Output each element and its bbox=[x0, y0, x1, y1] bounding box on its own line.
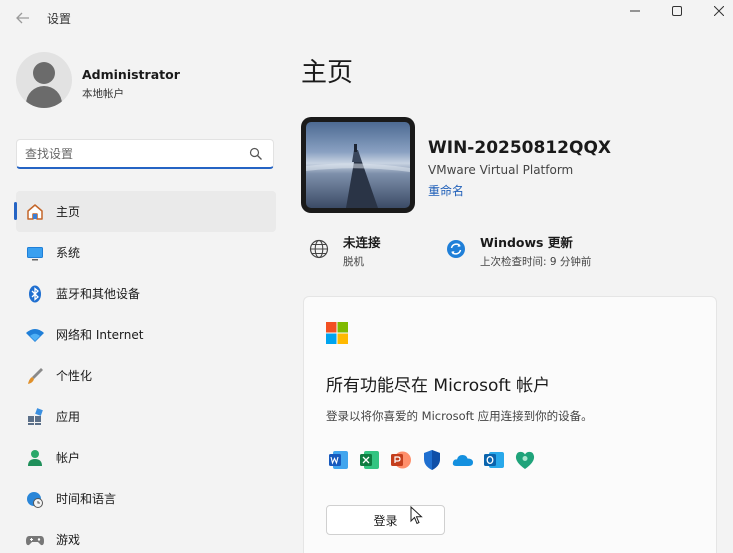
sidebar-item-label: 网络和 Internet bbox=[56, 328, 144, 342]
sidebar-item-gaming[interactable]: 游戏 bbox=[16, 519, 276, 553]
signin-button[interactable]: 登录 bbox=[326, 505, 445, 535]
globe-disconnected-icon bbox=[309, 239, 329, 259]
excel-icon bbox=[360, 451, 379, 469]
onedrive-icon bbox=[452, 455, 473, 466]
sidebar-item-system[interactable]: 系统 bbox=[16, 232, 276, 273]
person-icon bbox=[25, 448, 45, 468]
close-button[interactable] bbox=[698, 0, 733, 22]
outlook-icon bbox=[484, 452, 504, 468]
wallpaper-image bbox=[306, 122, 410, 208]
home-icon bbox=[25, 202, 45, 222]
sidebar-item-label: 主页 bbox=[56, 205, 81, 219]
search-box[interactable] bbox=[16, 139, 274, 169]
network-status-title: 未连接 bbox=[343, 235, 381, 250]
title-bar: 设置 bbox=[0, 0, 733, 36]
mouse-cursor-icon bbox=[410, 506, 423, 525]
family-safety-icon bbox=[515, 451, 535, 469]
avatar-head bbox=[33, 62, 55, 84]
bluetooth-icon bbox=[25, 284, 45, 304]
network-status-subtitle: 脱机 bbox=[343, 256, 364, 268]
card-title: 所有功能尽在 Microsoft 帐户 bbox=[326, 376, 551, 396]
device-name: WIN-20250812QQX bbox=[428, 138, 611, 158]
page-title: 主页 bbox=[301, 58, 354, 88]
microsoft-logo-icon bbox=[326, 322, 348, 344]
profile-name: Administrator bbox=[82, 67, 180, 82]
clock-globe-icon bbox=[25, 489, 45, 509]
profile-account-type: 本地帐户 bbox=[82, 88, 124, 100]
sidebar-item-home[interactable]: 主页 bbox=[14, 191, 276, 232]
gamepad-icon bbox=[25, 530, 45, 550]
minimize-button[interactable] bbox=[614, 0, 656, 22]
monitor-icon bbox=[25, 243, 45, 263]
sidebar-item-time-language[interactable]: 时间和语言 bbox=[16, 478, 276, 519]
sidebar-item-personalization[interactable]: 个性化 bbox=[16, 355, 276, 396]
rename-link[interactable]: 重命名 bbox=[428, 182, 464, 199]
sidebar-item-label: 系统 bbox=[56, 246, 81, 260]
update-status-title[interactable]: Windows 更新 bbox=[480, 232, 573, 251]
card-description: 登录以将你喜爱的 Microsoft 应用连接到你的设备。 bbox=[326, 409, 593, 423]
search-icon[interactable] bbox=[249, 147, 263, 161]
sidebar-item-bluetooth[interactable]: 蓝牙和其他设备 bbox=[16, 273, 276, 314]
sidebar-item-network[interactable]: 网络和 Internet bbox=[16, 314, 276, 355]
sidebar-item-label: 游戏 bbox=[56, 533, 81, 547]
app-icon-row bbox=[328, 449, 536, 471]
back-button[interactable] bbox=[12, 8, 34, 28]
sidebar-item-label: 应用 bbox=[56, 410, 81, 424]
apps-icon bbox=[25, 407, 45, 427]
windows-update-icon[interactable] bbox=[445, 238, 467, 260]
microsoft-account-card: 所有功能尽在 Microsoft 帐户 登录以将你喜爱的 Microsoft 应… bbox=[303, 296, 717, 553]
avatar-body bbox=[26, 86, 62, 108]
word-icon bbox=[329, 451, 348, 469]
sidebar-item-apps[interactable]: 应用 bbox=[16, 396, 276, 437]
sidebar-item-accounts[interactable]: 帐户 bbox=[16, 437, 276, 478]
minimize-icon bbox=[630, 10, 640, 12]
maximize-button[interactable] bbox=[656, 0, 698, 22]
sidebar-item-label: 时间和语言 bbox=[56, 492, 117, 506]
sidebar-nav: 主页 系统 蓝牙和其他设备 网络和 Internet 个性化 应用 帐户 时间和… bbox=[14, 191, 276, 553]
sidebar-item-label: 蓝牙和其他设备 bbox=[56, 287, 141, 301]
maximize-icon bbox=[672, 6, 682, 16]
powerpoint-icon bbox=[391, 451, 411, 469]
sidebar-item-label: 帐户 bbox=[56, 451, 81, 465]
device-wallpaper-thumbnail bbox=[301, 117, 415, 213]
window-title: 设置 bbox=[47, 12, 72, 26]
avatar bbox=[16, 52, 72, 108]
close-icon bbox=[714, 6, 724, 16]
search-input[interactable] bbox=[25, 145, 240, 163]
wifi-icon bbox=[25, 325, 45, 345]
arrow-left-icon bbox=[16, 12, 29, 24]
device-model: VMware Virtual Platform bbox=[428, 163, 574, 177]
defender-icon bbox=[424, 450, 440, 470]
user-profile[interactable]: Administrator 本地帐户 bbox=[16, 52, 276, 112]
pier-image bbox=[306, 144, 410, 208]
update-status-subtitle: 上次检查时间: 9 分钟前 bbox=[480, 256, 592, 268]
brush-icon bbox=[25, 366, 45, 386]
sidebar-item-label: 个性化 bbox=[56, 369, 93, 383]
